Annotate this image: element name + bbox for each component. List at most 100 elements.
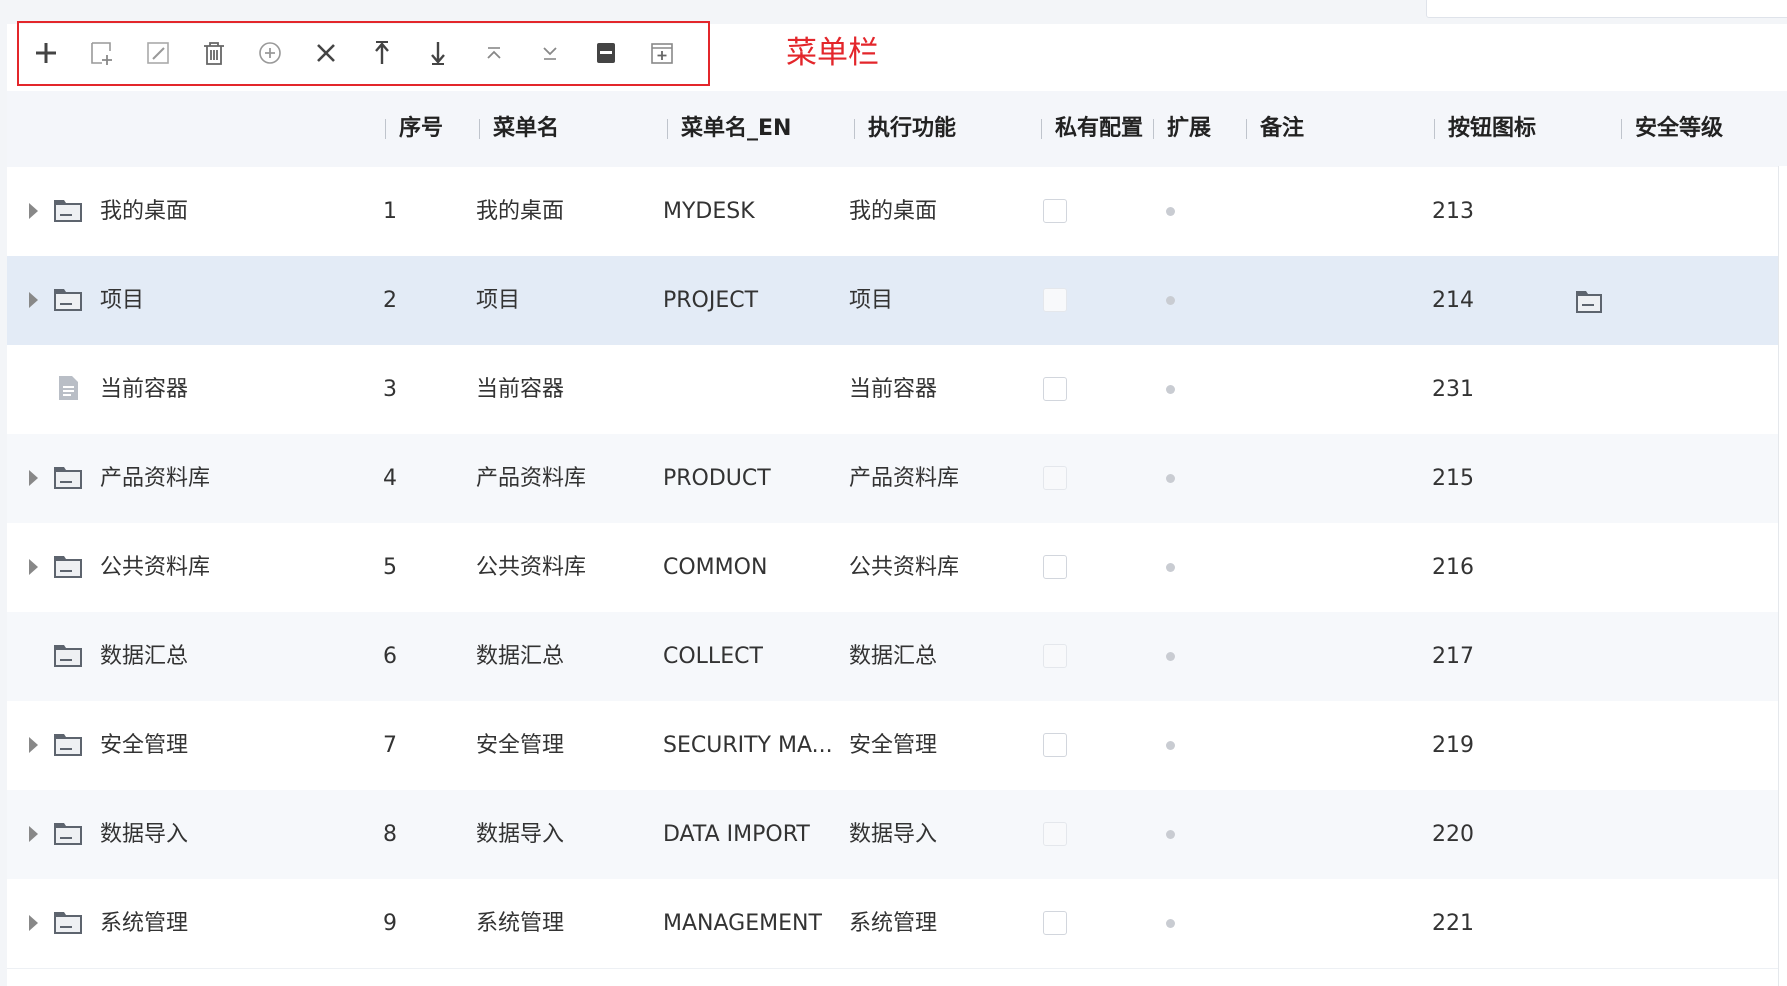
scrollbar[interactable] bbox=[1778, 166, 1787, 986]
cell-seq: 2 bbox=[383, 288, 397, 313]
cell-name-en: MYDESK bbox=[663, 199, 755, 224]
extension-dot bbox=[1166, 741, 1175, 750]
cell-seq: 4 bbox=[383, 466, 397, 491]
cell-seq: 7 bbox=[383, 733, 397, 758]
cell-btn-icon: 217 bbox=[1432, 644, 1474, 669]
cell-name-en: MANAGEMENT bbox=[663, 911, 822, 936]
expand-arrow-icon[interactable] bbox=[29, 292, 38, 308]
col-name-header[interactable]: 菜单名 bbox=[478, 91, 559, 167]
folder-icon bbox=[53, 642, 83, 668]
table-row[interactable]: 产品资料库 4 产品资料库 PRODUCT 产品资料库 215 bbox=[7, 434, 1787, 524]
cell-btn-icon: 220 bbox=[1432, 822, 1474, 847]
col-security-header[interactable]: 安全等级 bbox=[1620, 91, 1723, 167]
extension-dot bbox=[1166, 830, 1175, 839]
cell-func: 项目 bbox=[849, 288, 894, 313]
cell-name: 我的桌面 bbox=[476, 199, 565, 224]
private-config-checkbox[interactable] bbox=[1043, 288, 1067, 312]
cell-func: 产品资料库 bbox=[849, 466, 960, 491]
col-name-en-header[interactable]: 菜单名_EN bbox=[666, 91, 791, 167]
folder-icon bbox=[53, 197, 83, 223]
private-config-checkbox[interactable] bbox=[1043, 199, 1067, 223]
cell-seq: 3 bbox=[383, 377, 397, 402]
extension-dot bbox=[1166, 385, 1175, 394]
expand-arrow-icon[interactable] bbox=[29, 737, 38, 753]
folder-icon bbox=[53, 553, 83, 579]
cell-name-en: DATA IMPORT bbox=[663, 822, 810, 847]
cell-name: 数据导入 bbox=[476, 822, 565, 847]
cell-func: 数据汇总 bbox=[849, 644, 938, 669]
cell-func: 系统管理 bbox=[849, 911, 938, 936]
cell-btn-icon: 231 bbox=[1432, 377, 1474, 402]
cell-name-en bbox=[663, 345, 845, 434]
table-row[interactable]: 公共资料库 5 公共资料库 COMMON 公共资料库 216 bbox=[7, 523, 1787, 613]
tree-node-label[interactable]: 公共资料库 bbox=[100, 523, 210, 612]
tree-node-label[interactable]: 安全管理 bbox=[100, 701, 188, 790]
cell-name-en: PRODUCT bbox=[663, 466, 771, 491]
table-row[interactable]: 当前容器 3 当前容器 当前容器 231 bbox=[7, 345, 1787, 435]
top-search-box[interactable] bbox=[1426, 0, 1787, 18]
cell-seq: 6 bbox=[383, 644, 397, 669]
col-btn-icon-header[interactable]: 按钮图标 bbox=[1433, 91, 1536, 167]
tree-node-label[interactable]: 当前容器 bbox=[100, 345, 188, 434]
table-header: 序号 菜单名 菜单名_EN 执行功能 私有配置 扩展 备注 按钮图标 安全等级 bbox=[7, 91, 1787, 168]
col-seq-header[interactable]: 序号 bbox=[384, 91, 443, 167]
table-row[interactable]: 系统管理 9 系统管理 MANAGEMENT 系统管理 221 bbox=[7, 879, 1787, 969]
table-row[interactable]: 项目 2 项目 PROJECT 项目 214 bbox=[7, 256, 1787, 346]
col-remark-header[interactable]: 备注 bbox=[1245, 91, 1304, 167]
cell-btn-icon: 216 bbox=[1432, 555, 1474, 580]
cell-name: 数据汇总 bbox=[476, 644, 565, 669]
col-private-header[interactable]: 私有配置 bbox=[1040, 91, 1143, 167]
cell-seq: 8 bbox=[383, 822, 397, 847]
toolbar-highlight-box bbox=[17, 21, 710, 86]
cell-seq: 1 bbox=[383, 199, 397, 224]
folder-icon bbox=[53, 464, 83, 490]
expand-arrow-icon[interactable] bbox=[29, 559, 38, 575]
cell-seq: 9 bbox=[383, 911, 397, 936]
tree-node-label[interactable]: 数据汇总 bbox=[100, 612, 188, 701]
table-row[interactable]: 我的桌面 1 我的桌面 MYDESK 我的桌面 213 bbox=[7, 167, 1787, 257]
cell-func: 当前容器 bbox=[849, 377, 938, 402]
private-config-checkbox[interactable] bbox=[1043, 822, 1067, 846]
cell-btn-icon: 219 bbox=[1432, 733, 1474, 758]
extension-dot bbox=[1166, 207, 1175, 216]
expand-arrow-icon[interactable] bbox=[29, 915, 38, 931]
cell-func: 安全管理 bbox=[849, 733, 938, 758]
folder-icon bbox=[53, 820, 83, 846]
extension-dot bbox=[1166, 919, 1175, 928]
table-row[interactable]: 数据汇总 6 数据汇总 COLLECT 数据汇总 217 bbox=[7, 612, 1787, 702]
extension-dot bbox=[1166, 474, 1175, 483]
cell-name-en: SECURITY MA... bbox=[663, 733, 833, 758]
cell-seq: 5 bbox=[383, 555, 397, 580]
document-icon bbox=[53, 375, 83, 401]
cell-name-en: COMMON bbox=[663, 555, 768, 580]
tree-node-label[interactable]: 项目 bbox=[100, 256, 144, 345]
cell-btn-icon: 215 bbox=[1432, 466, 1474, 491]
folder-icon bbox=[53, 286, 83, 312]
tree-node-label[interactable]: 我的桌面 bbox=[100, 167, 188, 256]
tree-node-label[interactable]: 数据导入 bbox=[100, 790, 188, 879]
private-config-checkbox[interactable] bbox=[1043, 644, 1067, 668]
cell-name: 当前容器 bbox=[476, 377, 565, 402]
private-config-checkbox[interactable] bbox=[1043, 911, 1067, 935]
cell-name-en: COLLECT bbox=[663, 644, 763, 669]
tree-node-label[interactable]: 产品资料库 bbox=[100, 434, 210, 523]
expand-arrow-icon[interactable] bbox=[29, 470, 38, 486]
private-config-checkbox[interactable] bbox=[1043, 466, 1067, 490]
cell-name: 系统管理 bbox=[476, 911, 565, 936]
table-row[interactable]: 数据导入 8 数据导入 DATA IMPORT 数据导入 220 bbox=[7, 790, 1787, 880]
cell-name: 项目 bbox=[476, 288, 521, 313]
cell-name: 公共资料库 bbox=[476, 555, 587, 580]
expand-arrow-icon[interactable] bbox=[29, 203, 38, 219]
col-ext-header[interactable]: 扩展 bbox=[1152, 91, 1211, 167]
tree-node-label[interactable]: 系统管理 bbox=[100, 879, 188, 968]
folder-icon bbox=[53, 909, 83, 935]
folder-icon bbox=[1574, 287, 1604, 315]
col-func-header[interactable]: 执行功能 bbox=[853, 91, 956, 167]
toolbar-annotation: 菜单栏 bbox=[786, 35, 879, 71]
expand-arrow-icon[interactable] bbox=[29, 826, 38, 842]
private-config-checkbox[interactable] bbox=[1043, 733, 1067, 757]
table-row[interactable]: 安全管理 7 安全管理 SECURITY MA... 安全管理 219 bbox=[7, 701, 1787, 791]
private-config-checkbox[interactable] bbox=[1043, 377, 1067, 401]
private-config-checkbox[interactable] bbox=[1043, 555, 1067, 579]
cell-func: 我的桌面 bbox=[849, 199, 938, 224]
